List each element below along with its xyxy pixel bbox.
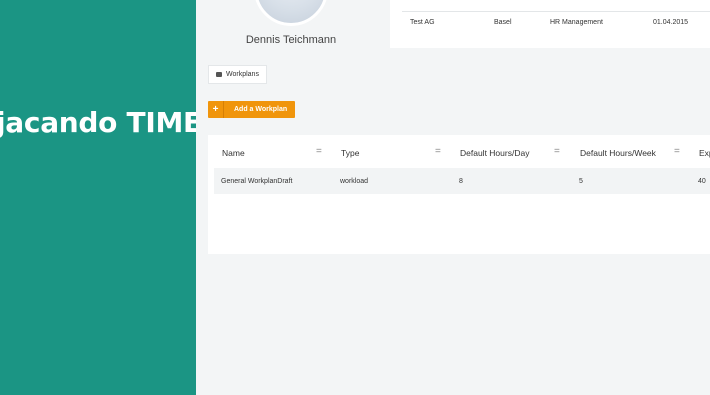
sort-icon-hours-week[interactable]: = <box>674 146 680 157</box>
employment-table: Test AG Basel HR Management 01.04.2015 <box>390 0 710 48</box>
sort-icon-name[interactable]: = <box>316 146 322 157</box>
tab-workplans-label: Workplans <box>226 71 259 78</box>
cell-type: workload <box>340 178 369 185</box>
table-empty-area <box>208 194 710 254</box>
sort-icon-hours-day[interactable]: = <box>554 146 560 157</box>
add-workplan-button[interactable]: + Add a Workplan <box>208 101 295 118</box>
employment-department: HR Management <box>550 19 603 26</box>
briefcase-icon <box>216 72 222 77</box>
employment-start-date: 01.04.2015 <box>653 19 689 26</box>
main-content: Dennis Teichmann Test AG Basel HR Manage… <box>196 0 710 395</box>
cell-hours-day: 8 <box>459 178 463 185</box>
workplans-table: Name = Type = Default Hours/Day = Defaul… <box>208 135 710 254</box>
cell-hours-week: 5 <box>579 178 583 185</box>
plus-icon: + <box>208 101 224 118</box>
column-header-type[interactable]: Type <box>341 148 359 158</box>
profile-card: Dennis Teichmann <box>196 0 382 56</box>
employment-location: Basel <box>494 19 512 26</box>
brand-panel: jacando TIME <box>0 0 202 395</box>
profile-name: Dennis Teichmann <box>245 34 337 46</box>
column-header-name[interactable]: Name <box>222 148 245 158</box>
brand-title: jacando TIME <box>0 106 202 139</box>
add-workplan-label: Add a Workplan <box>234 106 288 113</box>
employment-divider <box>402 11 710 12</box>
avatar[interactable] <box>254 0 328 26</box>
sort-icon-type[interactable]: = <box>435 146 441 157</box>
column-header-exp[interactable]: Exp <box>699 148 710 158</box>
column-header-hours-day[interactable]: Default Hours/Day <box>460 148 529 158</box>
column-header-hours-week[interactable]: Default Hours/Week <box>580 148 656 158</box>
cell-exp: 40 <box>698 178 706 185</box>
tab-workplans[interactable]: Workplans <box>208 65 267 84</box>
employment-company: Test AG <box>410 19 435 26</box>
cell-name: General WorkplanDraft <box>221 178 293 185</box>
